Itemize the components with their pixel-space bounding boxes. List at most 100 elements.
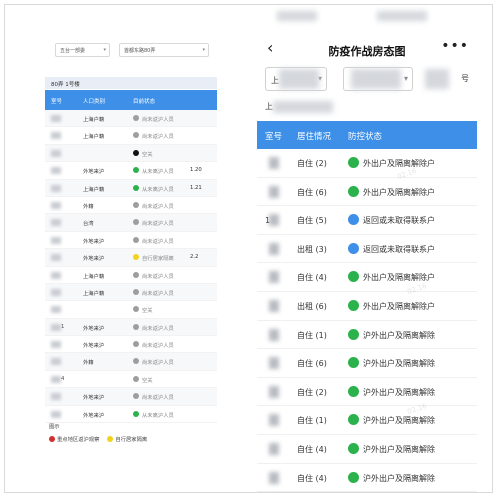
status-text: 尚未返沪人员 xyxy=(142,360,174,367)
blurred-room xyxy=(269,442,279,455)
blurred-filter xyxy=(351,69,401,89)
left-panel: 五台一部委 ▾ 首都东路80弄 ▾ 80弄 1号楼 室号 人口类别 目前状态 上… xyxy=(45,17,217,457)
status-dot-icon xyxy=(348,185,359,197)
table-row[interactable]: 自住 (6) 沪外出户及隔离解除 xyxy=(257,349,477,378)
col-population-type: 人口类别 xyxy=(83,99,106,105)
address-select[interactable]: 首都东路80弄 ▾ xyxy=(119,43,209,57)
blurred-room xyxy=(269,157,279,169)
table-row[interactable]: 自住 (4) 外出户及隔离解除户 xyxy=(257,263,477,292)
building-label: 上 xyxy=(265,102,273,111)
table-row[interactable]: 空关 xyxy=(45,144,217,163)
table-row[interactable]: 台湾 尚未返沪人员 xyxy=(45,214,217,232)
blurred-room xyxy=(51,358,61,366)
prevention-status: 沪外出户及隔离解除 xyxy=(363,444,435,454)
population-type: 外地来沪 xyxy=(83,169,105,176)
status-dot-icon xyxy=(348,385,359,397)
table-row[interactable]: 出租 (6) 外出户及隔离解除户 xyxy=(257,292,477,321)
status-dot-icon xyxy=(133,115,139,121)
table-row[interactable]: 上海户籍 从未离沪人员 1.21 xyxy=(45,179,217,197)
table-row[interactable]: 自住 (2) 沪外出户及隔离解除 xyxy=(257,378,477,407)
status-dot-icon xyxy=(133,410,139,417)
legend: 图示 重点地区返沪观察 自行居家隔离 xyxy=(49,422,219,443)
left-filter-bar: 五台一部委 ▾ 首都东路80弄 ▾ xyxy=(55,43,210,57)
table-row[interactable]: 外地来沪 尚未返沪人员 xyxy=(45,232,217,250)
blurred-room xyxy=(269,328,279,341)
population-type: 上海户籍 xyxy=(83,117,105,123)
table-row[interactable]: 外籍 尚未返沪人员 xyxy=(45,353,217,371)
status-dot-icon xyxy=(348,214,359,226)
population-type: 外地来沪 xyxy=(83,412,105,419)
table-row[interactable]: 外地来沪 从未离沪人员 xyxy=(45,406,217,424)
table-row[interactable]: 外地来沪 尚未返沪人员 xyxy=(45,388,217,406)
table-row[interactable]: 自住 (1) 沪外出户及隔离解除 xyxy=(257,321,477,350)
status-dot-icon xyxy=(133,219,139,226)
residence-status: 自住 (6) xyxy=(297,359,327,369)
table-row[interactable]: 4 空关 xyxy=(45,371,217,389)
table-row[interactable]: 自住 (1) 沪外出户及隔离解除 xyxy=(257,406,477,435)
table-row[interactable]: 自住 (4) 沪外出户及隔离解除 xyxy=(257,464,477,493)
status-text: 尚未返沪人员 xyxy=(142,203,174,210)
status-dot-icon xyxy=(133,306,139,313)
table-row[interactable]: 上海户籍 尚未返沪人员 xyxy=(45,127,217,145)
table-row[interactable]: 1 外地来沪 尚未返沪人员 xyxy=(45,318,217,337)
population-type: 上海户籍 xyxy=(83,134,105,141)
col-room: 室号 xyxy=(51,99,63,105)
table-row[interactable]: 上海户籍 尚未返沪人员 xyxy=(45,267,217,284)
blurred-room xyxy=(269,271,279,284)
residence-status: 自住 (1) xyxy=(297,416,327,426)
district-select-label: 五台一部委 xyxy=(60,48,86,54)
status-text: 从未离沪人员 xyxy=(142,186,174,193)
nav-bar: ‹ 防疫作战房态图 ••• xyxy=(257,35,477,63)
table-row[interactable]: 1 自住 (5) 返回或未取得联系户 xyxy=(257,206,477,235)
status-text: 空关 xyxy=(142,377,153,384)
table-row[interactable]: 自住 (6) 外出户及隔离解除户 xyxy=(257,178,477,207)
status-dot-icon xyxy=(133,254,139,261)
right-panel: ‹ 防疫作战房态图 ••• 上 ▾ ▾ 号 上 室号 居住情况 防控状态 自住 … xyxy=(257,5,477,493)
blurred-room xyxy=(51,288,61,296)
blurred-room xyxy=(51,254,61,262)
table-row[interactable]: 外地来沪 从未离沪人员 1.20 xyxy=(45,162,217,180)
status-dot-icon xyxy=(348,442,359,454)
status-text: 从未离沪人员 xyxy=(142,169,174,176)
prevention-status: 外出户及隔离解除户 xyxy=(363,301,435,311)
status-text: 自行居家隔离 xyxy=(142,256,174,263)
more-icon[interactable]: ••• xyxy=(441,38,469,54)
population-type: 上海户籍 xyxy=(83,186,105,193)
residence-status: 自住 (6) xyxy=(297,187,327,197)
population-type: 上海户籍 xyxy=(83,290,105,297)
table-row[interactable]: 自住 (2) 外出户及隔离解除户 xyxy=(257,149,477,178)
blurred-room xyxy=(51,201,61,209)
blurred-room xyxy=(51,236,61,244)
table-row[interactable]: 外地来沪 尚未返沪人员 xyxy=(45,336,217,354)
status-text: 尚未返沪人员 xyxy=(142,395,174,402)
street-select-label: 上 xyxy=(271,76,279,85)
district-select[interactable]: 五台一部委 ▾ xyxy=(55,43,110,57)
table-row[interactable]: 外地来沪 自行居家隔离 2.2 xyxy=(45,249,217,267)
blurred-status xyxy=(377,11,427,21)
room-number: 1 xyxy=(265,216,271,226)
left-table-header: 室号 人口类别 目前状态 xyxy=(45,90,217,110)
residence-status: 自住 (1) xyxy=(297,330,327,340)
table-row[interactable]: 外籍 尚未返沪人员 xyxy=(45,197,217,215)
blurred-room xyxy=(269,385,279,398)
status-dot-icon xyxy=(133,375,139,382)
prevention-status: 沪外出户及隔离解除 xyxy=(363,387,435,397)
legend-title: 图示 xyxy=(49,424,60,430)
status-dot-icon xyxy=(133,271,139,278)
population-type: 外籍 xyxy=(83,360,94,367)
table-row[interactable]: 上海户籍 尚未返沪人员 xyxy=(45,110,217,128)
prevention-status: 外出户及隔离解除户 xyxy=(363,187,435,197)
table-row[interactable]: 自住 (4) 沪外出户及隔离解除 xyxy=(257,435,477,464)
legend-dot-icon xyxy=(107,436,114,442)
table-row[interactable]: 上海户籍 尚未返沪人员 xyxy=(45,283,217,302)
status-date: 1.21 xyxy=(190,184,202,191)
table-row[interactable]: 出租 (3) 返回或未取得联系户 xyxy=(257,235,477,264)
status-dot-icon xyxy=(348,471,359,483)
status-dot-icon xyxy=(133,167,139,174)
left-table-body: 上海户籍 尚未返沪人员 上海户籍 尚未返沪人员 空关 外地来沪 从未离沪人员 1.20 上海户籍… xyxy=(45,110,217,424)
residence-status: 自住 (4) xyxy=(297,444,327,454)
blurred-room xyxy=(51,393,61,401)
table-row[interactable]: 空关 xyxy=(45,301,217,319)
residence-status: 自住 (2) xyxy=(297,159,327,168)
blurred-room xyxy=(51,375,61,383)
